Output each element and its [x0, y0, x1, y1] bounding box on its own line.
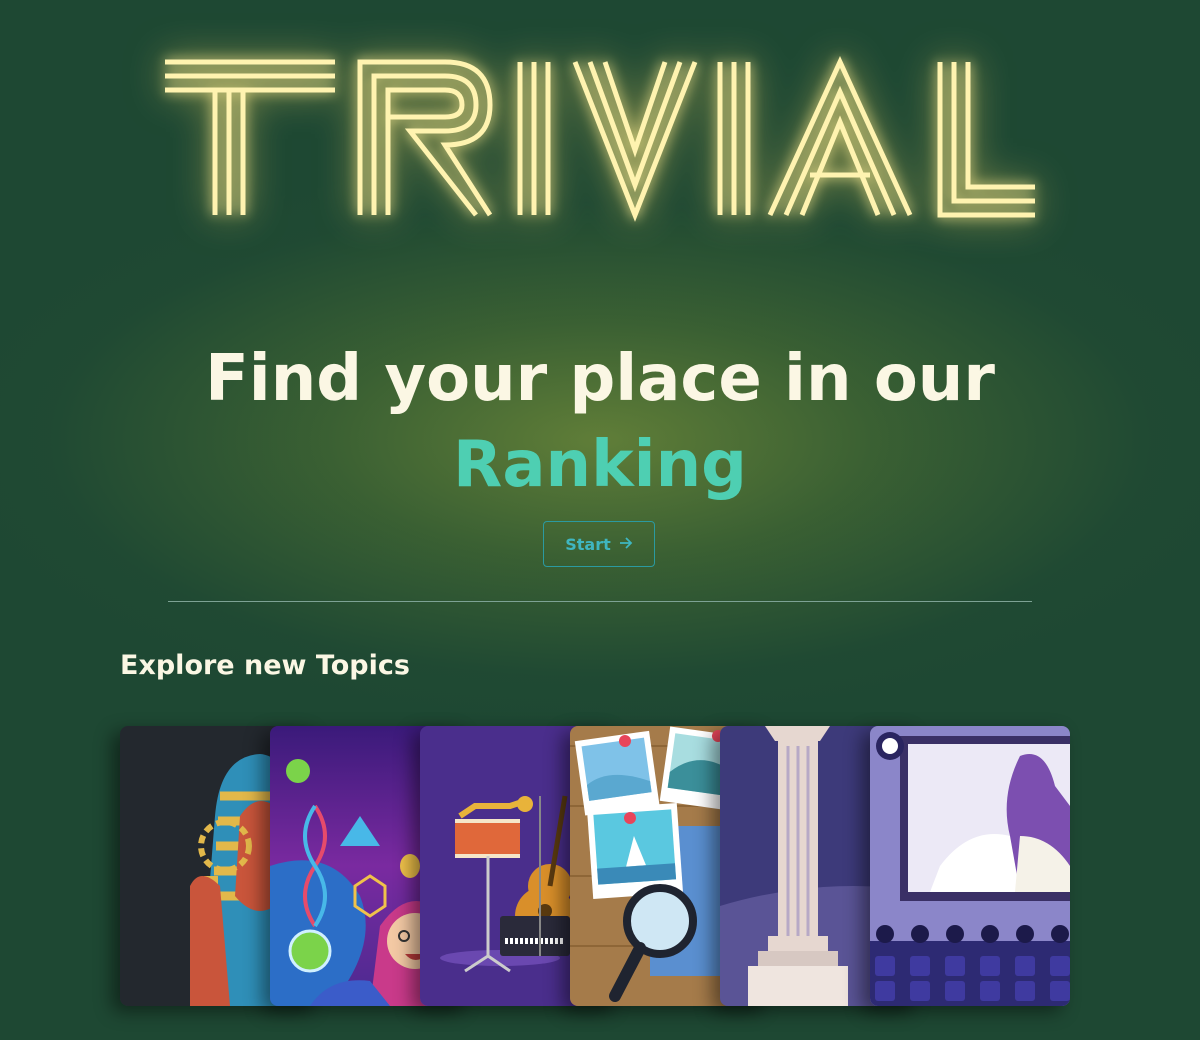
trivial-logo-art [165, 55, 1035, 222]
arrow-right-icon [619, 535, 633, 554]
topics-title: Explore new Topics [120, 650, 410, 681]
start-button[interactable]: Start [543, 521, 655, 567]
hero-headline: Find your place in our Ranking [0, 336, 1200, 508]
start-button-label: Start [565, 534, 611, 554]
trivial-logo [160, 50, 1040, 230]
headline-accent: Ranking [453, 428, 747, 502]
headline-line1: Find your place in our [205, 342, 995, 416]
topics-carousel [120, 726, 1070, 1006]
section-divider [168, 601, 1032, 602]
topic-card-cinema[interactable] [870, 726, 1070, 1006]
cinema-illustration [870, 726, 1070, 1006]
